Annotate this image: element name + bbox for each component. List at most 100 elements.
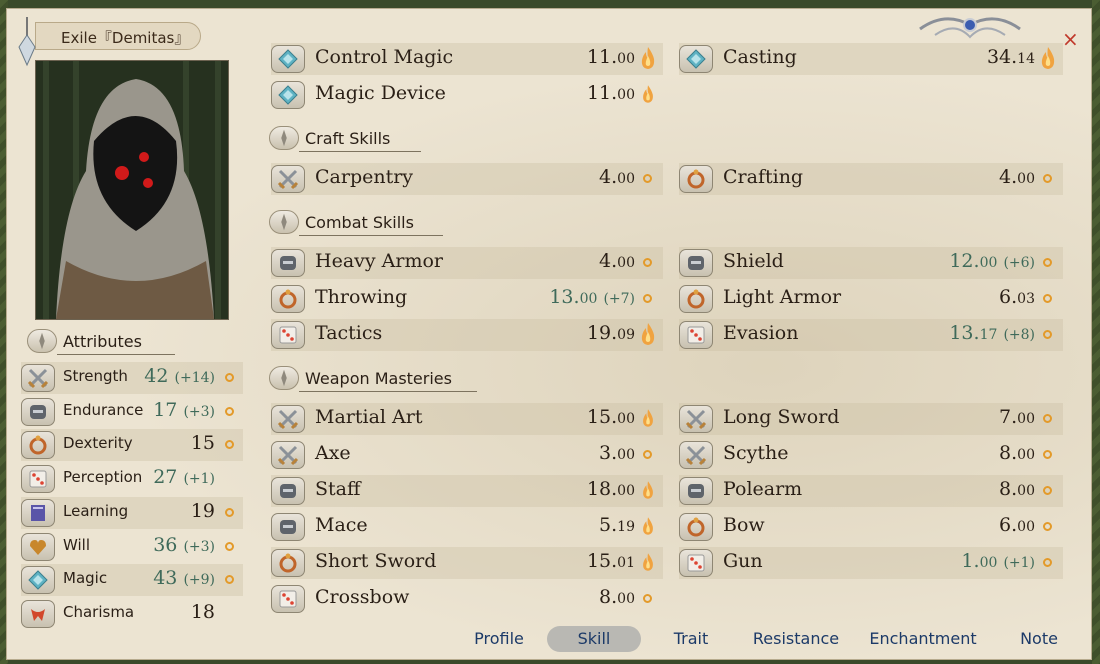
- ring-icon: [679, 165, 713, 193]
- skill-row[interactable]: Casting 34.14: [679, 43, 1063, 75]
- skill-name: Heavy Armor: [315, 250, 443, 272]
- tab-profile[interactable]: Profile: [447, 626, 551, 652]
- skill-row[interactable]: Tactics 19.09: [271, 319, 663, 351]
- flame-icon: [639, 322, 657, 346]
- dice-icon: [21, 465, 55, 494]
- section-header: Weapon Masteries: [269, 366, 487, 392]
- attribute-row[interactable]: Learning 19: [21, 496, 243, 529]
- attribute-bonus: (+3): [183, 538, 215, 555]
- section-underline: [299, 391, 477, 392]
- attribute-row[interactable]: Dexterity 15: [21, 429, 243, 462]
- attribute-row[interactable]: Will 36 (+3): [21, 531, 243, 563]
- skill-value-decimal: 17: [979, 327, 998, 343]
- attribute-row[interactable]: Magic 43 (+9): [21, 564, 243, 597]
- section-header: Craft Skills: [269, 126, 431, 152]
- skill-row[interactable]: Long Sword 7.00: [679, 403, 1063, 435]
- tab-resistance[interactable]: Resistance: [741, 626, 851, 652]
- skill-name: Carpentry: [315, 166, 414, 188]
- skill-row[interactable]: Gun 1.00 (+1): [679, 547, 1063, 579]
- skill-row[interactable]: Control Magic 11.00: [271, 43, 663, 75]
- attribute-value: 15: [191, 432, 215, 454]
- skill-row[interactable]: Axe 3.00: [271, 439, 663, 471]
- skill-row[interactable]: Carpentry 4.00: [271, 163, 663, 195]
- crossed-swords-icon: [271, 165, 305, 193]
- attribute-row[interactable]: Perception 27 (+1): [21, 463, 243, 495]
- skill-value: 1.00 (+1): [961, 550, 1035, 572]
- skill-row[interactable]: Light Armor 6.03: [679, 283, 1063, 315]
- skill-value: 8.00: [999, 478, 1035, 500]
- skill-row[interactable]: Crafting 4.00: [679, 163, 1063, 195]
- section-underline: [299, 235, 443, 236]
- section-title: Combat Skills: [305, 213, 414, 232]
- skill-row[interactable]: Mace 5.19: [271, 511, 663, 543]
- crossed-swords-icon: [21, 364, 55, 392]
- skill-value-integer: 11.: [586, 46, 618, 68]
- skill-row[interactable]: Staff 18.00: [271, 475, 663, 507]
- flame-icon: [641, 516, 655, 535]
- skill-row[interactable]: Bow 6.00: [679, 511, 1063, 543]
- tab-skill[interactable]: Skill: [547, 626, 641, 652]
- tab-trait[interactable]: Trait: [643, 626, 739, 652]
- status-ring-icon: [1043, 330, 1052, 339]
- skill-row[interactable]: Heavy Armor 4.00: [271, 247, 663, 279]
- attribute-value: 19: [191, 500, 215, 522]
- skill-value-decimal: 00: [579, 291, 598, 307]
- skill-row[interactable]: Crossbow 8.00: [271, 583, 663, 615]
- attribute-row[interactable]: Strength 42 (+14): [21, 362, 243, 394]
- skill-value-decimal: 00: [617, 255, 635, 271]
- section-emblem-icon: [269, 126, 299, 150]
- attribute-value-number: 43: [153, 567, 178, 590]
- skill-bonus: (+1): [1003, 555, 1035, 571]
- skill-value: 13.00 (+7): [549, 286, 635, 308]
- tab-enchantment[interactable]: Enchantment: [857, 626, 989, 652]
- attribute-bonus: (+14): [174, 370, 215, 386]
- skill-value-decimal: 00: [1017, 447, 1035, 463]
- attribute-bonus: (+9): [183, 572, 215, 589]
- skill-row[interactable]: Polearm 8.00: [679, 475, 1063, 507]
- character-portrait: [35, 60, 229, 320]
- skill-name: Throwing: [315, 286, 408, 308]
- tab-note[interactable]: Note: [999, 626, 1079, 652]
- section-header: Attributes: [27, 329, 185, 355]
- skill-value-integer: 19.: [586, 322, 618, 344]
- skill-value: 13.17 (+8): [949, 322, 1035, 344]
- skill-value-integer: 11.: [586, 82, 618, 104]
- dice-icon: [271, 585, 305, 613]
- skill-row[interactable]: Shield 12.00 (+6): [679, 247, 1063, 279]
- helmet-icon: [679, 249, 713, 277]
- pendant-gem-icon: [18, 17, 36, 67]
- skill-value-integer: 4.: [599, 250, 618, 272]
- skill-value-decimal: 00: [617, 447, 635, 463]
- skill-row[interactable]: Evasion 13.17 (+8): [679, 319, 1063, 351]
- ring-icon: [679, 513, 713, 541]
- attribute-name: Endurance: [63, 400, 144, 419]
- skill-row[interactable]: Scythe 8.00: [679, 439, 1063, 471]
- skill-value-decimal: 00: [1017, 411, 1035, 427]
- skill-row[interactable]: Martial Art 15.00: [271, 403, 663, 435]
- crossed-swords-icon: [679, 441, 713, 469]
- skill-name: Light Armor: [723, 286, 842, 308]
- helmet-icon: [21, 397, 55, 426]
- skill-value-decimal: 00: [617, 171, 635, 187]
- skill-value: 8.00: [599, 586, 635, 608]
- skill-value: 15.01: [587, 550, 635, 572]
- attribute-value: 42 (+14): [144, 365, 215, 387]
- skill-value-decimal: 00: [979, 555, 998, 571]
- attribute-name: Strength: [63, 367, 128, 385]
- skill-row[interactable]: Short Sword 15.01: [271, 547, 663, 579]
- close-button[interactable]: ×: [1062, 27, 1079, 51]
- section-underline: [57, 354, 175, 355]
- skill-row[interactable]: Throwing 13.00 (+7): [271, 283, 663, 315]
- attribute-name: Dexterity: [63, 434, 133, 453]
- character-sheet-panel: Exile『Demitas』 × Attributes Strength 42 (+…: [6, 8, 1092, 660]
- skill-value: 3.00: [599, 442, 635, 464]
- skill-row[interactable]: Magic Device 11.00: [271, 79, 663, 111]
- attribute-row[interactable]: Endurance 17 (+3): [21, 396, 243, 428]
- attribute-value: 43 (+9): [153, 567, 215, 589]
- attribute-bonus: (+3): [183, 403, 215, 420]
- skill-value-decimal: 00: [617, 87, 635, 103]
- skill-value-integer: 5.: [599, 514, 618, 536]
- skill-value: 7.00: [999, 406, 1035, 428]
- attribute-row[interactable]: Charisma 18: [21, 598, 243, 630]
- skill-name: Control Magic: [315, 46, 454, 68]
